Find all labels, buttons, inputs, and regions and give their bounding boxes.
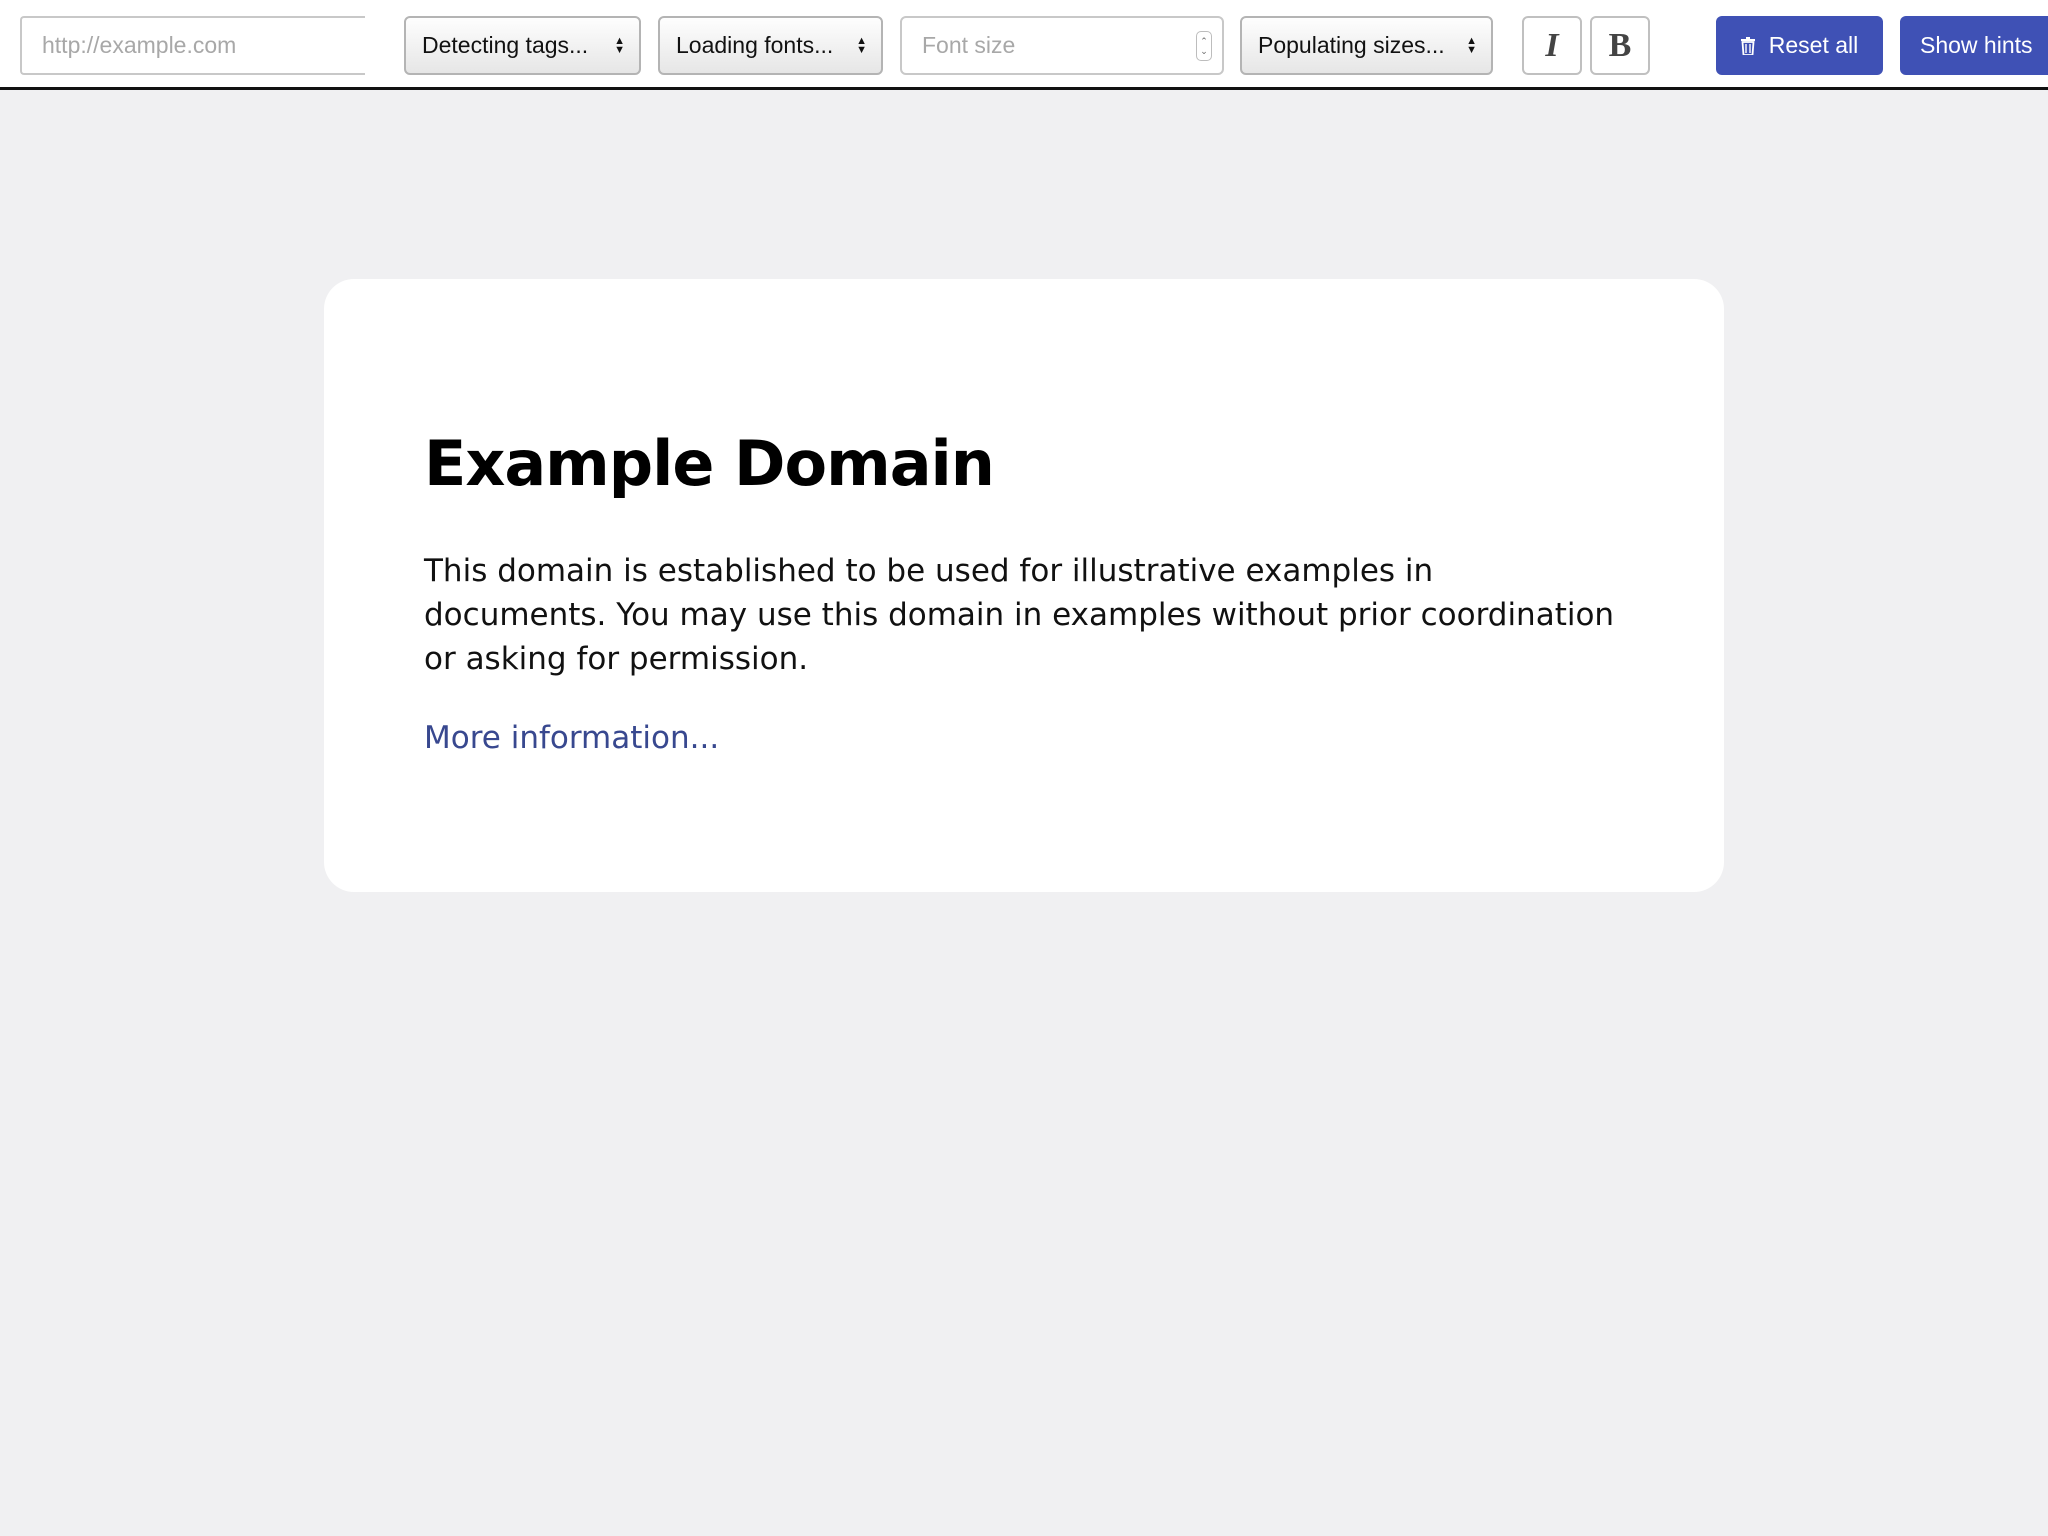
size-select-label: Populating sizes...	[1258, 32, 1445, 58]
show-hints-button[interactable]: Show hints	[1900, 16, 2048, 75]
body-paragraph: This domain is established to be used fo…	[424, 553, 1615, 677]
page-title: Example Domain	[424, 427, 995, 500]
tag-select[interactable]: Detecting tags... ▲ ▼	[404, 16, 641, 75]
select-arrows-icon: ▲ ▼	[614, 34, 625, 56]
more-information-link[interactable]: More information...	[424, 716, 719, 760]
trash-icon	[1740, 36, 1755, 55]
select-arrows-icon: ▲ ▼	[1466, 34, 1477, 56]
bold-button[interactable]: B	[1590, 16, 1650, 75]
italic-label: I	[1545, 26, 1559, 64]
reset-all-button[interactable]: Reset all	[1716, 16, 1883, 75]
font-size-placeholder: Font size	[922, 32, 1016, 58]
reset-all-label: Reset all	[1768, 32, 1859, 58]
content-card: Example Domain This domain is establishe…	[324, 279, 1724, 892]
font-select-label: Loading fonts...	[676, 32, 834, 58]
font-select[interactable]: Loading fonts... ▲ ▼	[658, 16, 883, 75]
size-select[interactable]: Populating sizes... ▲ ▼	[1240, 16, 1493, 75]
url-input[interactable]	[20, 16, 365, 75]
bold-label: B	[1608, 26, 1632, 64]
select-arrows-icon: ▲ ▼	[856, 34, 867, 56]
stepper-icon[interactable]: ⌃ ⌄	[1196, 30, 1212, 61]
show-hints-label: Show hints	[1920, 32, 2033, 58]
tag-select-label: Detecting tags...	[422, 32, 589, 58]
editor-toolbar: Detecting tags... ▲▼ Loading fonts... ▲▼…	[0, 0, 2048, 90]
italic-button[interactable]: I	[1522, 16, 1582, 75]
font-size-input[interactable]: Font size ⌃ ⌄	[900, 16, 1224, 75]
